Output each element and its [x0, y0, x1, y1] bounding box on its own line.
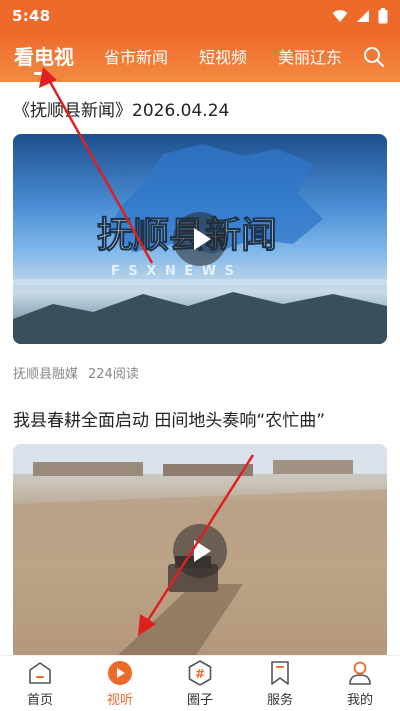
- bookmark-icon: [271, 661, 289, 685]
- svg-text:#: #: [195, 667, 205, 681]
- nav-item-me[interactable]: 我的: [320, 656, 400, 711]
- tab-provincial-news[interactable]: 省市新闻: [104, 44, 168, 68]
- nav-label: 服务: [266, 693, 293, 708]
- play-circle-icon: [108, 661, 132, 685]
- play-button[interactable]: [173, 524, 227, 578]
- nav-item-home[interactable]: 首页: [0, 656, 80, 711]
- nav-label: 视听: [106, 693, 133, 708]
- status-bar: 5:48: [0, 0, 400, 32]
- tab-beautiful-liaodong[interactable]: 美丽辽东: [278, 44, 342, 68]
- article-meta: 抚顺县融媒 224阅读: [13, 363, 139, 382]
- wifi-icon: [332, 10, 348, 22]
- status-time: 5:48: [12, 7, 51, 25]
- nav-label: 圈子: [186, 693, 213, 708]
- article-title[interactable]: 《抚顺县新闻》2026.04.24: [13, 96, 229, 121]
- video-thumbnail[interactable]: 抚顺县新闻 F S X N E W S: [13, 134, 387, 344]
- article-title[interactable]: 我县春耕全面启动 田间地头奏响“农忙曲”: [13, 406, 325, 431]
- nav-label: 首页: [26, 693, 53, 708]
- hashtag-icon: #: [188, 660, 212, 686]
- video-subtitle-text: F S X N E W S: [111, 264, 236, 279]
- top-tab-bar: 看电视 省市新闻 短视频 美丽辽东: [0, 32, 400, 82]
- battery-icon: [378, 8, 388, 24]
- tab-short-video[interactable]: 短视频: [199, 44, 247, 68]
- status-icons: [332, 8, 388, 24]
- bottom-nav-bar: 首页 视听 # 圈子 服务 我的: [0, 655, 400, 711]
- search-icon[interactable]: [362, 45, 386, 69]
- article-read-count: 224阅读: [88, 367, 139, 382]
- nav-item-service[interactable]: 服务: [240, 656, 320, 711]
- nav-item-av[interactable]: 视听: [80, 656, 160, 711]
- news-feed: 《抚顺县新闻》2026.04.24 抚顺县新闻 F S X N E W S 抚顺…: [0, 82, 400, 655]
- active-tab-indicator: [34, 72, 48, 75]
- nav-item-circle[interactable]: # 圈子: [160, 656, 240, 711]
- tab-watch-tv[interactable]: 看电视: [14, 41, 74, 70]
- play-button[interactable]: [173, 212, 227, 266]
- video-thumbnail[interactable]: [13, 444, 387, 655]
- user-icon: [349, 661, 371, 685]
- article-source: 抚顺县融媒: [13, 367, 79, 382]
- nav-label: 我的: [346, 693, 373, 708]
- signal-icon: [357, 10, 369, 22]
- home-icon: [29, 662, 51, 684]
